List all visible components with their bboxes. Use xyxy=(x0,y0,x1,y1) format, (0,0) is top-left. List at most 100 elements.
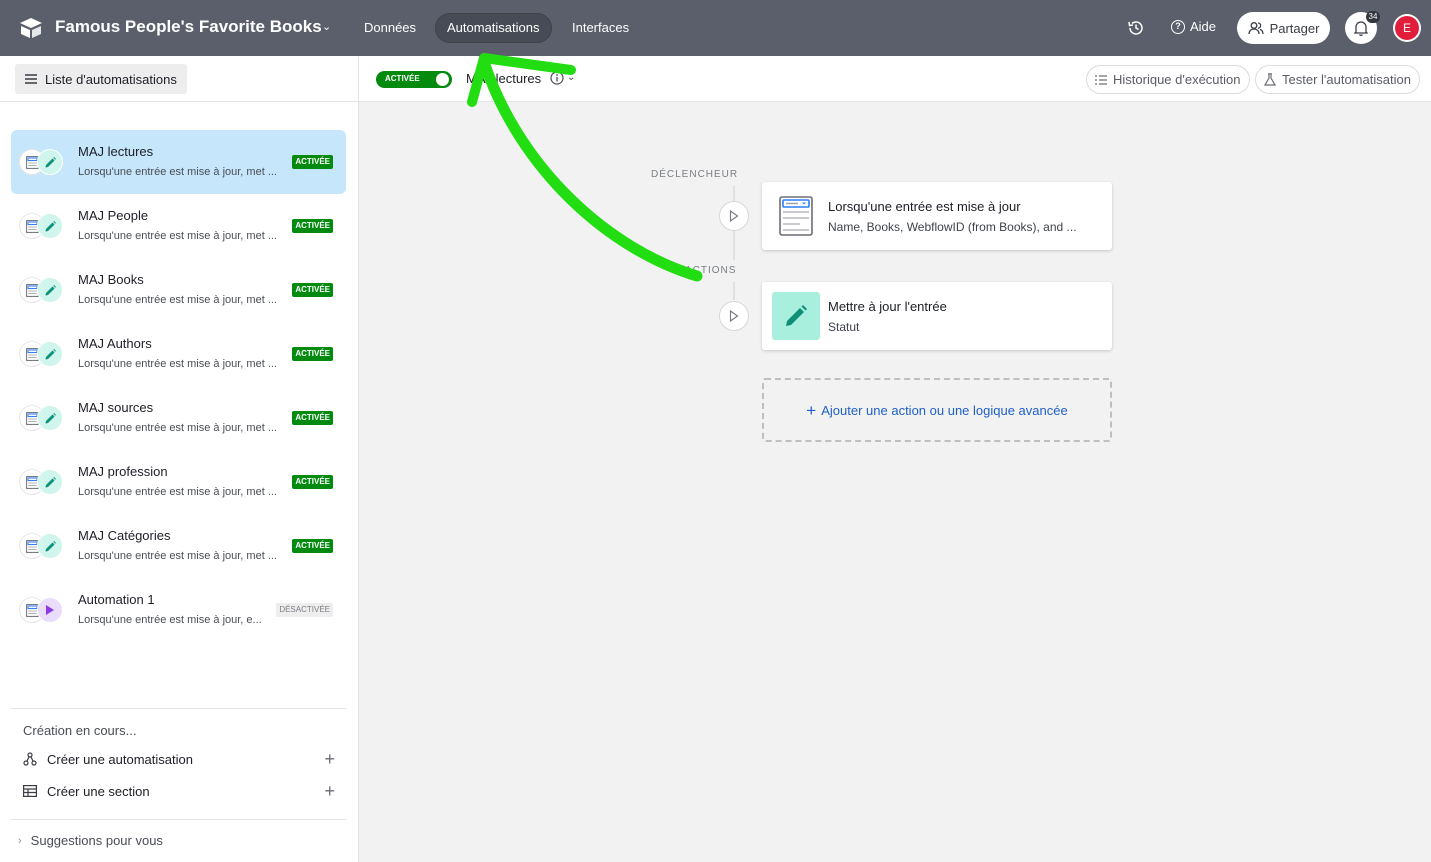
automation-icons xyxy=(19,341,71,369)
trigger-title: Lorsqu'une entrée est mise à jour xyxy=(828,199,1021,214)
tab-interfaces[interactable]: Interfaces xyxy=(560,13,641,43)
test-automation-label: Tester l'automatisation xyxy=(1282,72,1411,87)
automation-description: Lorsqu'une entrée est mise à jour, e... xyxy=(78,614,262,626)
automation-icons xyxy=(19,597,71,625)
automation-name: MAJ Catégories xyxy=(78,528,171,543)
table-icon xyxy=(23,785,37,797)
automation-list-item[interactable]: Automation 1 Lorsqu'une entrée est mise à… xyxy=(11,578,346,642)
automation-description: Lorsqu'une entrée est mise à jour, met .… xyxy=(78,166,277,178)
divider xyxy=(11,819,346,820)
run-history-button[interactable]: Historique d'exécution xyxy=(1086,65,1250,94)
automation-name: MAJ lectures xyxy=(78,144,154,159)
status-badge: ACTIVÉE xyxy=(292,539,333,553)
add-action-label: Ajouter une action ou une logique avancé… xyxy=(821,402,1068,418)
flask-icon xyxy=(1264,73,1276,86)
automation-status-toggle[interactable]: ACTIVÉE xyxy=(376,71,452,88)
creating-label: Création en cours... xyxy=(23,723,137,738)
bell-icon xyxy=(1354,21,1368,36)
users-icon xyxy=(1247,22,1264,35)
trigger-section-label: DÉCLENCHEUR xyxy=(651,169,739,180)
tab-donnees[interactable]: Données xyxy=(352,13,428,43)
automation-header: ACTIVÉE MAJ lectures ⌄ Historique d'exéc… xyxy=(359,56,1431,102)
toggle-label: ACTIVÉE xyxy=(385,74,420,83)
automation-name: MAJ Authors xyxy=(78,336,152,351)
automation-icons xyxy=(19,533,71,561)
menu-icon xyxy=(25,74,37,84)
automation-icons xyxy=(19,277,71,305)
automation-list-item[interactable]: MAJ Books Lorsqu'une entrée est mise à jo… xyxy=(11,258,346,322)
play-icon[interactable] xyxy=(719,301,749,331)
plus-icon[interactable]: + xyxy=(324,781,335,802)
history-icon[interactable] xyxy=(1127,19,1145,37)
status-badge: ACTIVÉE xyxy=(292,411,333,425)
action-card[interactable]: Mettre à jour l'entrée Statut xyxy=(762,282,1112,350)
automation-description: Lorsqu'une entrée est mise à jour, met .… xyxy=(78,294,277,306)
suggestions-label: Suggestions pour vous xyxy=(30,833,163,848)
automation-list-item[interactable]: MAJ Catégories Lorsqu'une entrée est mise… xyxy=(11,514,346,578)
action-subtitle: Statut xyxy=(828,320,860,334)
automation-list-item[interactable]: MAJ Authors Lorsqu'une entrée est mise à … xyxy=(11,322,346,386)
run-script-icon xyxy=(37,597,63,623)
base-title[interactable]: Famous People's Favorite Books xyxy=(55,17,322,37)
help-icon: ? xyxy=(1171,19,1185,34)
automation-icons xyxy=(19,469,71,497)
action-title: Mettre à jour l'entrée xyxy=(828,299,947,314)
base-logo-icon[interactable] xyxy=(18,16,44,40)
chevron-down-icon[interactable]: ⌄ xyxy=(322,20,331,33)
divider xyxy=(11,708,346,709)
status-badge: ACTIVÉE xyxy=(292,155,333,169)
automation-name[interactable]: MAJ lectures xyxy=(466,71,541,86)
pencil-icon xyxy=(37,469,63,495)
trigger-card[interactable]: Lorsqu'une entrée est mise à jour Name, … xyxy=(762,182,1112,250)
pencil-icon xyxy=(37,405,63,431)
share-button[interactable]: Partager xyxy=(1237,12,1330,44)
test-automation-button[interactable]: Tester l'automatisation xyxy=(1255,65,1420,94)
chevron-down-icon[interactable]: ⌄ xyxy=(567,72,575,83)
notification-count-badge: 34 xyxy=(1366,11,1380,23)
run-history-label: Historique d'exécution xyxy=(1113,72,1241,87)
automation-list-button[interactable]: Liste d'automatisations xyxy=(15,64,187,94)
info-icon[interactable] xyxy=(550,71,564,85)
avatar-initial: E xyxy=(1395,16,1419,40)
pencil-icon xyxy=(772,292,820,340)
automation-list-label: Liste d'automatisations xyxy=(45,71,177,87)
pencil-icon xyxy=(37,277,63,303)
automation-icons xyxy=(19,149,71,177)
automation-name: Automation 1 xyxy=(78,592,155,607)
status-badge: DÉSACTIVÉE xyxy=(276,603,333,617)
automation-sidebar: Liste d'automatisations MAJ lectures Lors… xyxy=(0,56,359,862)
record-form-icon xyxy=(772,192,820,240)
automation-description: Lorsqu'une entrée est mise à jour, met .… xyxy=(78,422,277,434)
toggle-knob xyxy=(436,73,449,86)
suggestions-toggle[interactable]: › Suggestions pour vous xyxy=(18,833,163,848)
add-action-button[interactable]: + Ajouter une action ou une logique avan… xyxy=(762,378,1112,442)
automation-list-item[interactable]: MAJ lectures Lorsqu'une entrée est mise à… xyxy=(11,130,346,194)
list-icon xyxy=(1095,74,1107,85)
automation-name: MAJ sources xyxy=(78,400,154,415)
play-icon[interactable] xyxy=(719,201,749,231)
plus-icon[interactable]: + xyxy=(324,749,335,770)
automation-description: Lorsqu'une entrée est mise à jour, met .… xyxy=(78,230,277,242)
avatar[interactable]: E xyxy=(1393,14,1421,42)
automation-name: MAJ People xyxy=(78,208,149,223)
pencil-icon xyxy=(37,149,63,175)
automation-icon xyxy=(23,752,37,766)
automation-icons xyxy=(19,405,71,433)
share-label: Partager xyxy=(1269,20,1320,36)
pencil-icon xyxy=(37,533,63,559)
automation-list-item[interactable]: MAJ sources Lorsqu'une entrée est mise à … xyxy=(11,386,346,450)
create-section-button[interactable]: Créer une section + xyxy=(23,781,335,801)
automation-name: MAJ profession xyxy=(78,464,168,479)
create-automation-button[interactable]: Créer une automatisation + xyxy=(23,749,335,769)
connector-line xyxy=(733,186,735,202)
help-button[interactable]: ? Aide xyxy=(1171,19,1216,34)
automation-icons xyxy=(19,213,71,241)
status-badge: ACTIVÉE xyxy=(292,347,333,361)
automation-description: Lorsqu'une entrée est mise à jour, met .… xyxy=(78,358,277,370)
pencil-icon xyxy=(37,341,63,367)
automation-list-item[interactable]: MAJ profession Lorsqu'une entrée est mise… xyxy=(11,450,346,514)
plus-icon: + xyxy=(806,400,817,420)
trigger-subtitle: Name, Books, WebflowID (from Books), and… xyxy=(828,220,1077,234)
tab-automatisations[interactable]: Automatisations xyxy=(435,13,552,43)
automation-list-item[interactable]: MAJ People Lorsqu'une entrée est mise à j… xyxy=(11,194,346,258)
